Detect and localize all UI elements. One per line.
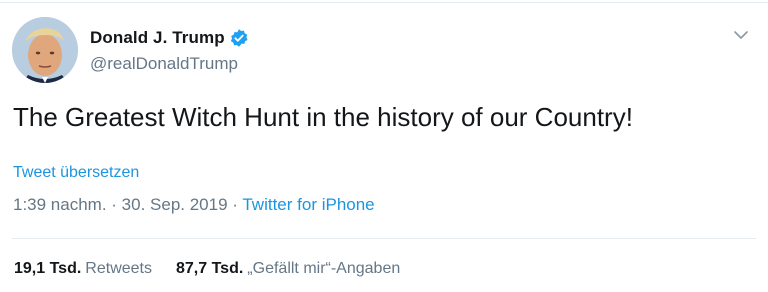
top-divider — [0, 2, 768, 3]
user-handle[interactable]: @realDonaldTrump — [90, 54, 249, 74]
display-name[interactable]: Donald J. Trump — [90, 28, 225, 48]
tweet-date[interactable]: 30. Sep. 2019 — [122, 195, 228, 214]
tweet-text: The Greatest Witch Hunt in the history o… — [13, 102, 633, 132]
likes-label: „Gefällt mir“-Angaben — [247, 260, 401, 277]
tweet-source-link[interactable]: Twitter for iPhone — [242, 195, 374, 214]
likes-stat[interactable]: 87,7 Tsd. „Gefällt mir“-Angaben — [176, 260, 400, 278]
retweets-label: Retweets — [85, 260, 152, 277]
avatar[interactable] — [12, 17, 78, 83]
tweet-metadata: 1:39 nachm. · 30. Sep. 2019 · Twitter fo… — [13, 195, 375, 215]
user-block: Donald J. Trump @realDonaldTrump — [90, 26, 249, 74]
chevron-down-icon[interactable] — [732, 26, 750, 44]
engagement-stats: 19,1 Tsd. Retweets 87,7 Tsd. „Gefällt mir“… — [14, 260, 424, 278]
likes-count: 87,7 Tsd. — [176, 260, 244, 277]
retweets-count: 19,1 Tsd. — [14, 260, 82, 277]
tweet-time[interactable]: 1:39 nachm. — [13, 195, 107, 214]
stats-divider — [12, 238, 756, 239]
profile-photo-icon — [12, 17, 78, 83]
meta-separator: · — [106, 195, 122, 214]
translate-tweet-link[interactable]: Tweet übersetzen — [13, 164, 139, 182]
meta-separator: · — [227, 195, 243, 214]
tweet-card: Donald J. Trump @realDonaldTrump The Gre… — [0, 0, 768, 292]
name-row: Donald J. Trump — [90, 26, 249, 50]
verified-badge-icon — [230, 29, 248, 47]
retweets-stat[interactable]: 19,1 Tsd. Retweets — [14, 260, 152, 278]
